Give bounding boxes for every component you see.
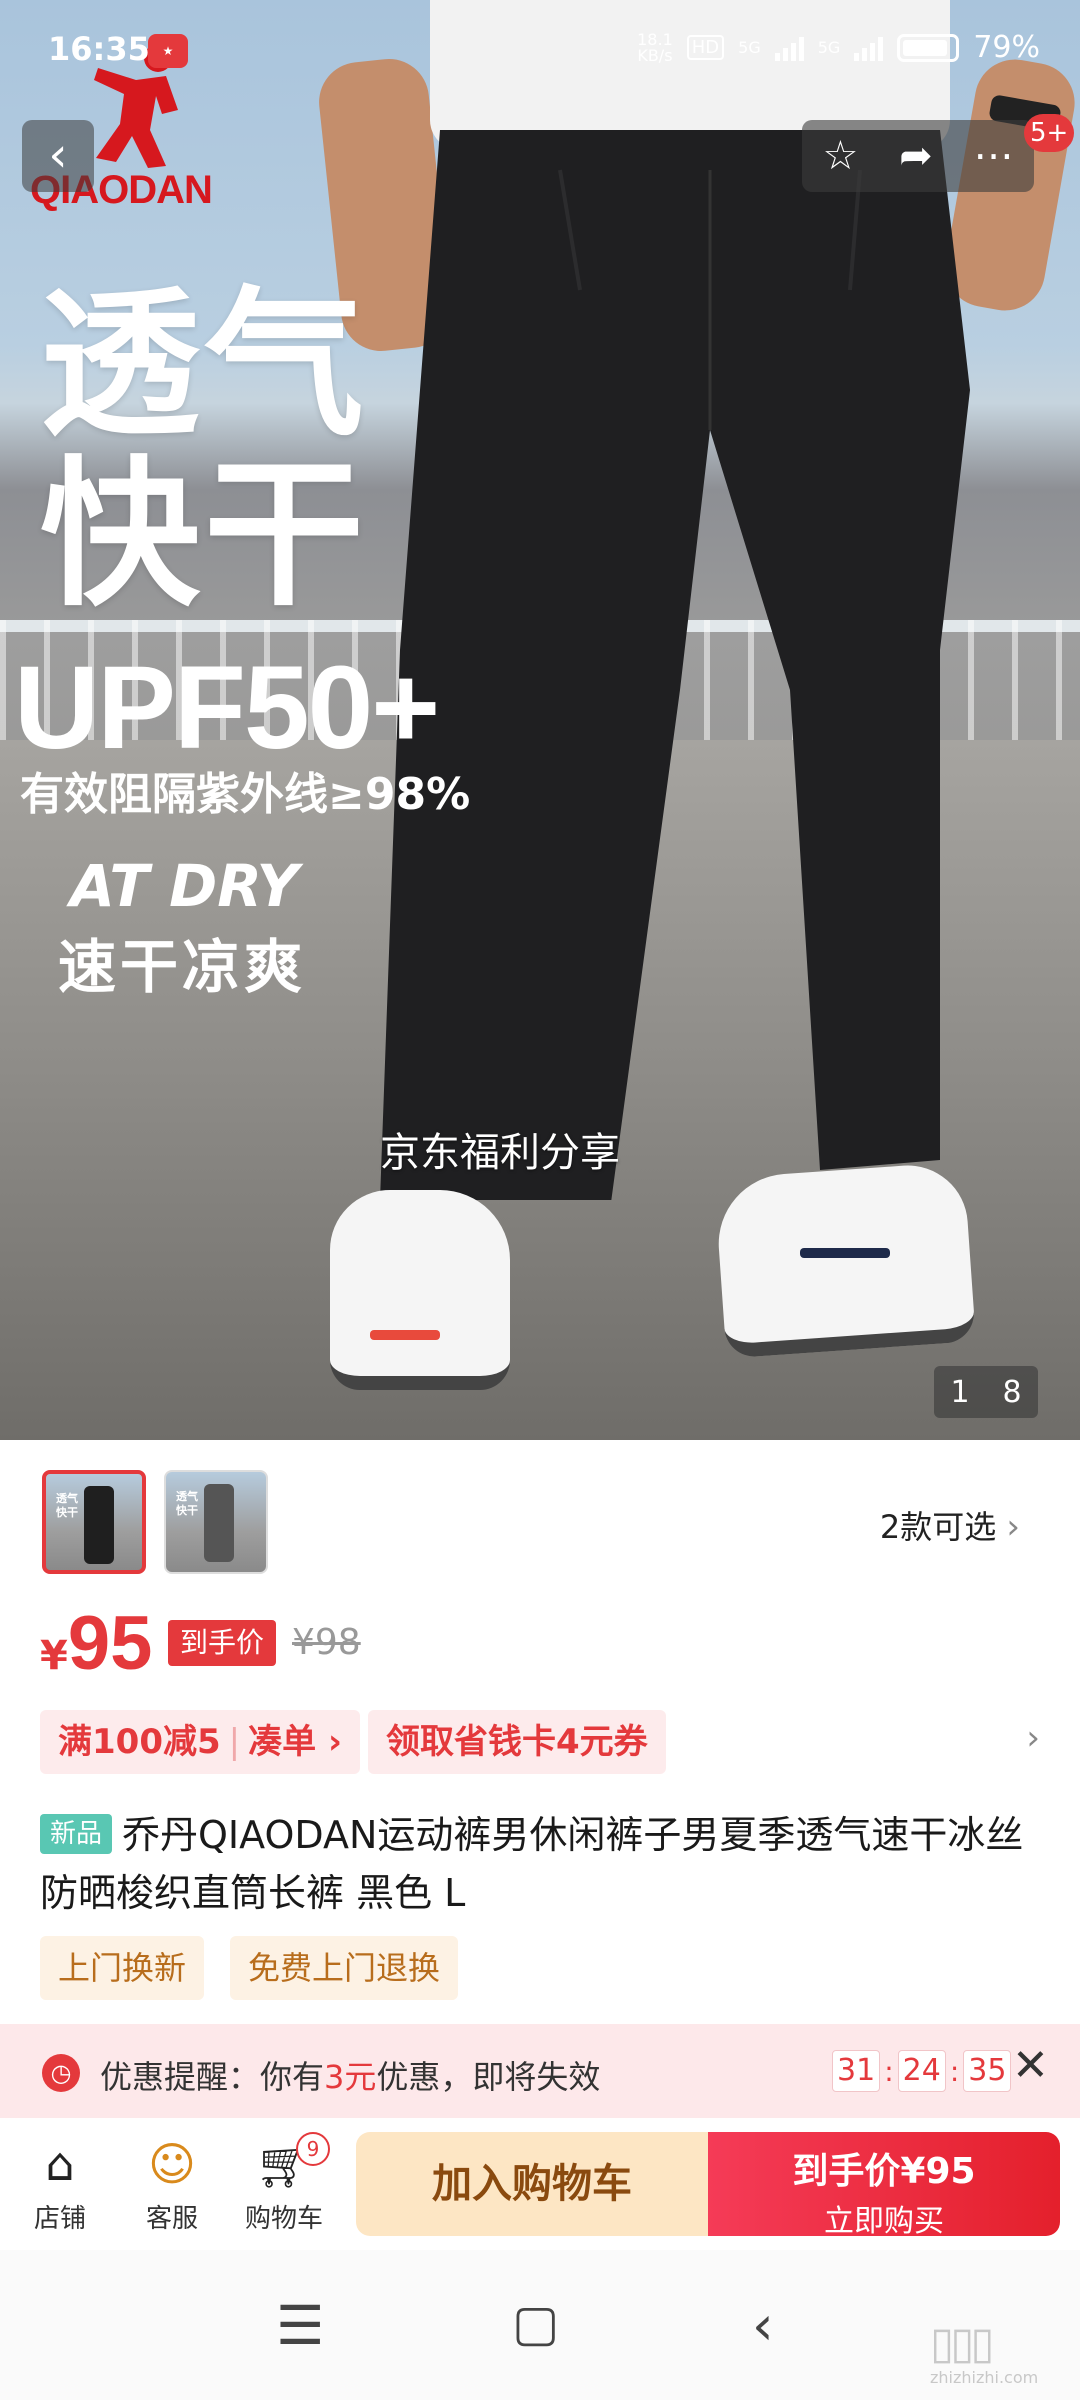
upf-subtitle: 有效阻隔紫外线≥98% (20, 769, 471, 820)
service-label: 客服 (145, 2204, 198, 2234)
customer-service-button[interactable]: ☺ 客服 (124, 2136, 220, 2235)
styles-count: 2款可选 (879, 1508, 997, 1546)
signal-icon-2 (854, 35, 884, 61)
styles-selector[interactable]: 2款可选 › (880, 1502, 1020, 1548)
cart-label: 购物车 (244, 2204, 323, 2234)
countdown-timer: 31 : 24 : 35 (832, 2050, 1012, 2092)
pager-total: 8 (1002, 1374, 1022, 1410)
sim1-label: 5G (738, 38, 761, 57)
cart-button[interactable]: 🛒︎ 9 购物车 (236, 2132, 332, 2235)
share-icon[interactable]: ➦ (899, 133, 933, 179)
left-shoe (330, 1190, 510, 1390)
atdry-label: AT DRY (70, 852, 299, 920)
menu-icon[interactable]: ☰ (276, 2294, 324, 2357)
price-value: 95 (67, 1601, 153, 1686)
status-bar: 16:35 ★ 18.1 KB/s HD 5G 5G 79% (0, 0, 1080, 100)
buy-now-price: 到手价¥95 (792, 2151, 976, 2192)
discount-reminder-bar: ◷ 优惠提醒：你有3元优惠，即将失效 31 : 24 : 35 ✕ (0, 2024, 1080, 2118)
hero-slogan: 透气 快干 (40, 280, 368, 620)
close-icon[interactable]: ✕ (1012, 2040, 1049, 2091)
signal-icon-1 (774, 35, 804, 61)
bottom-action-bar: ⌂ 店铺 ☺ 客服 🛒︎ 9 购物车 加入购物车 到手价¥95 立即购买 (0, 2118, 1080, 2250)
reminder-text-b: 优惠，即将失效 (376, 2058, 601, 2096)
battery-icon (897, 33, 960, 62)
store-icon: ⌂ (45, 2137, 75, 2191)
app-notification-icon: ★ (148, 34, 188, 68)
buy-now-label: 立即购买 (824, 2204, 944, 2239)
top-tools: ☆ ➦ ⋯ (802, 120, 1034, 192)
product-title: 新品 乔丹QIAODAN运动裤男休闲裤子男夏季透气速干冰丝防晒梭织直筒长裤 黑色 … (40, 1806, 1050, 1922)
buy-now-button[interactable]: 到手价¥95 立即购买 (708, 2132, 1060, 2239)
cart-count-badge: 9 (296, 2132, 330, 2166)
timer-seconds: 35 (963, 2050, 1012, 2092)
timer-minutes: 24 (897, 2050, 946, 2092)
hd-voice-icon: HD (686, 35, 725, 60)
product-pants-illustration (380, 130, 970, 1200)
service-exchange[interactable]: 上门换新 (40, 1936, 205, 2000)
image-watermark: 京东福利分享 (380, 1130, 620, 1176)
left-shoe-accent (370, 1330, 440, 1340)
atdry-subtitle: 速干凉爽 (58, 933, 307, 1001)
chevron-right-icon: › (1006, 1507, 1020, 1547)
chevron-right-icon: › (316, 1722, 342, 1762)
timer-hours: 31 (832, 2050, 881, 2092)
favorite-star-icon[interactable]: ☆ (822, 133, 858, 179)
product-image-carousel[interactable]: 透气 快干 UPF50+ 有效阻隔紫外线≥98% AT DRY 速干凉爽 京东福… (0, 0, 1080, 1440)
sim2-label: 5G (817, 38, 841, 57)
add-to-cart-button[interactable]: 加入购物车 (356, 2132, 708, 2236)
clock: 16:35 (48, 30, 150, 68)
back-button[interactable]: ‹ (22, 120, 94, 192)
currency-symbol: ¥ (40, 1633, 68, 1679)
reminder-text: 优惠提醒：你有3元优惠，即将失效 (100, 2052, 600, 2098)
price: ¥95 (40, 1600, 152, 1687)
system-navigation-bar: ☰ ▢ ‹ (0, 2250, 1080, 2400)
image-pager: 1 8 (934, 1366, 1038, 1418)
shop-button[interactable]: ⌂ 店铺 (12, 2136, 108, 2235)
clock-icon: ◷ (42, 2054, 80, 2092)
slogan-line2: 快干 (40, 441, 369, 628)
coupon-savings-card[interactable]: 领取省钱卡4元券 (368, 1710, 666, 1774)
slogan-line1: 透气 (40, 271, 369, 458)
service-return[interactable]: 免费上门退换 (230, 1936, 459, 2000)
reminder-text-a: 优惠提醒：你有 (100, 2058, 325, 2096)
coupon-full-reduction[interactable]: 满100减5 | 凑单 › (40, 1710, 360, 1774)
customer-service-icon: ☺ (148, 2137, 196, 2191)
coupon-add-items: 凑单 (248, 1722, 317, 1762)
reminder-amount: 3元 (324, 2058, 377, 2096)
chevron-left-icon: ‹ (48, 127, 68, 183)
right-shoe-accent (800, 1248, 890, 1258)
product-info: 透气 快干 透气 快干 2款可选 › ¥95 到手价 ¥98 满100减5 | 凑单 ›… (0, 1440, 1080, 2024)
product-title-text: 乔丹QIAODAN运动裤男休闲裤子男夏季透气速干冰丝防晒梭织直筒长裤 黑色 L (40, 1813, 1024, 1915)
style-thumb-black[interactable]: 透气 快干 (42, 1470, 146, 1574)
home-icon[interactable]: ▢ (512, 2294, 559, 2352)
original-price: ¥98 (292, 1622, 361, 1663)
battery-level: 79% (973, 30, 1040, 65)
message-badge: 5+ (1024, 114, 1075, 152)
corner-watermark-text: zhizhizhi.com (930, 2368, 1039, 2387)
more-options-icon[interactable]: ⋯ (974, 133, 1014, 179)
pager-current: 1 (950, 1374, 970, 1410)
new-badge: 新品 (40, 1814, 113, 1854)
network-speed: 18.1 KB/s (637, 29, 673, 65)
back-nav-icon[interactable]: ‹ (752, 2294, 774, 2357)
right-shoe (714, 1161, 976, 1359)
final-price-tag: 到手价 (168, 1620, 277, 1666)
coupon-rule: 满100减5 (58, 1722, 221, 1762)
upf-label: UPF50+ (14, 642, 440, 774)
shop-label: 店铺 (33, 2204, 86, 2234)
chevron-right-icon[interactable]: › (1026, 1718, 1040, 1758)
corner-watermark-logo: ▯▯▯ (930, 2318, 995, 2369)
style-thumb-grey[interactable]: 透气 快干 (164, 1470, 268, 1574)
